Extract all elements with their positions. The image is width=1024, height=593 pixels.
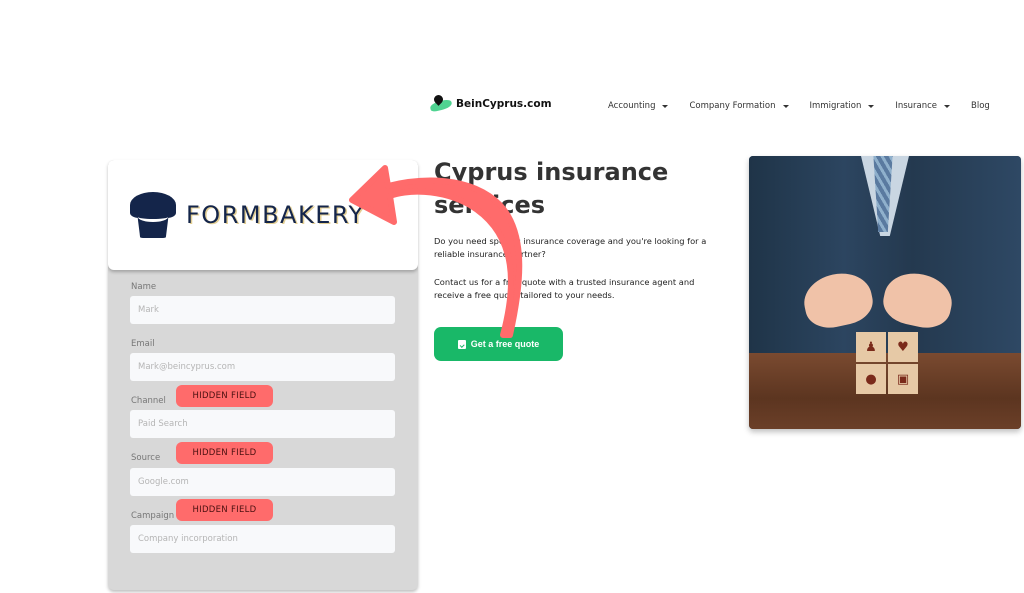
family-icon: ♟ (856, 332, 886, 362)
caret-down-icon (944, 104, 951, 108)
email-field[interactable] (130, 353, 395, 381)
caret-down-icon (662, 104, 669, 108)
name-label: Name (131, 282, 157, 292)
caret-down-icon (782, 104, 789, 108)
muffin-logo-icon (130, 192, 176, 238)
hero-paragraph-2: Contact us for a free quote with a trust… (434, 277, 695, 300)
channel-label: Channel (131, 396, 166, 406)
insurance-hero-image: ♟ ♥ ● ▣ (749, 156, 1021, 429)
form-brand: FORMBAKERY (186, 201, 365, 229)
campaign-field[interactable] (130, 525, 395, 553)
heart-icon: ♥ (888, 332, 918, 362)
name-field[interactable] (130, 296, 395, 324)
get-free-quote-button[interactable]: Get a free quote (434, 327, 563, 361)
hero-paragraph-1: Do you need specific insurance coverage … (434, 236, 707, 259)
site-logo[interactable]: BeinCyprus.com (429, 93, 552, 113)
piggy-bank-icon: ● (856, 364, 886, 394)
nav-label: Blog (971, 101, 990, 111)
hidden-field-badge: HIDDEN FIELD (176, 499, 273, 521)
nav-label: Insurance (895, 101, 938, 111)
campaign-label: Campaign (131, 511, 175, 521)
page-title: Cyprus insurance services (434, 158, 669, 219)
nav-item-blog[interactable]: Blog (971, 101, 990, 111)
email-label: Email (131, 339, 155, 349)
formbakery-form-card: FORMBAKERY Name Email Channel HIDDEN FIE… (108, 160, 418, 590)
source-label: Source (131, 453, 161, 463)
calendar-check-icon (457, 339, 466, 349)
nav-item-insurance[interactable]: Insurance (895, 101, 951, 111)
logo-text: BeinCyprus.com (456, 98, 552, 110)
map-pin-icon (429, 93, 453, 113)
form-header: FORMBAKERY (108, 160, 418, 270)
nav-item-immigration[interactable]: Immigration (810, 101, 875, 111)
nav-item-accounting[interactable]: Accounting (608, 101, 669, 111)
nav-label: Immigration (809, 101, 862, 111)
nav-label: Accounting (608, 101, 656, 111)
nav-item-company-formation[interactable]: Company Formation (689, 101, 789, 111)
source-field[interactable] (130, 468, 395, 496)
main-nav: Accounting Company Formation Immigration… (608, 101, 990, 111)
nav-label: Company Formation (689, 101, 776, 111)
hidden-field-badge: HIDDEN FIELD (176, 385, 273, 407)
hidden-field-badge: HIDDEN FIELD (176, 442, 273, 464)
car-icon: ▣ (888, 364, 918, 394)
caret-down-icon (868, 104, 875, 108)
cta-label: Get a free quote (470, 339, 540, 349)
channel-field[interactable] (130, 410, 395, 438)
